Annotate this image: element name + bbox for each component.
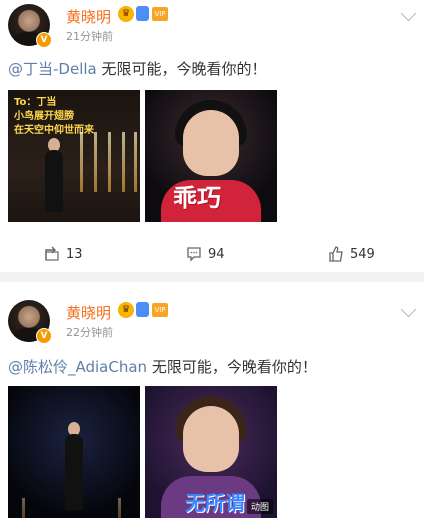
gif-badge: 动图: [246, 499, 273, 514]
face-shape: [183, 406, 239, 472]
post-time: 22分钟前: [66, 326, 113, 339]
chevron-down-icon[interactable]: [400, 5, 417, 22]
chevron-down-icon[interactable]: [400, 301, 417, 318]
crown-icon[interactable]: ♛: [118, 302, 134, 318]
member-icon[interactable]: [136, 6, 149, 21]
image-caption: 乖巧: [173, 184, 221, 212]
post-time: 21分钟前: [66, 30, 113, 43]
comment-button[interactable]: 94: [186, 246, 225, 262]
mention-link[interactable]: @丁当-Della: [8, 60, 97, 78]
repost-button[interactable]: 13: [44, 246, 83, 262]
vip-badge-icon[interactable]: VIP: [152, 7, 168, 21]
post-image[interactable]: 乖巧: [145, 90, 277, 222]
vip-badge-icon[interactable]: VIP: [152, 303, 168, 317]
face-shape: [183, 110, 239, 176]
thumbs-up-icon: [329, 246, 343, 262]
post-image[interactable]: [8, 386, 140, 518]
like-button[interactable]: 549: [328, 246, 375, 262]
image-caption: 无所谓: [185, 491, 245, 515]
post-body: 无限可能，今晚看你的！: [96, 60, 267, 78]
weibo-post: V 黄晓明 ♛ VIP 21分钟前 @丁当-Della 无限可能，今晚看你的！ …: [0, 0, 424, 272]
verified-badge-icon: V: [36, 328, 52, 344]
member-icon[interactable]: [136, 302, 149, 317]
post-text: @丁当-Della 无限可能，今晚看你的！: [8, 58, 267, 79]
verified-badge-icon: V: [36, 32, 52, 48]
post-body: 无限可能，今晚看你的！: [147, 358, 317, 376]
weibo-post: V 黄晓明 ♛ VIP 22分钟前 @陈松伶_AdiaChan 无限可能，今晚看…: [0, 282, 424, 518]
crown-icon[interactable]: ♛: [118, 6, 134, 22]
comment-count: 94: [208, 246, 225, 262]
performer: [65, 434, 83, 510]
author-name[interactable]: 黄晓明: [66, 6, 111, 27]
repost-icon: [45, 246, 59, 261]
performer: [45, 150, 63, 212]
author-name[interactable]: 黄晓明: [66, 302, 111, 323]
like-count: 549: [350, 246, 375, 262]
post-image[interactable]: To：丁当 小鸟展开翅膀 在天空中仰世而来: [8, 90, 140, 222]
repost-count: 13: [66, 246, 83, 262]
action-bar: 13 94 549: [0, 240, 424, 270]
mention-link[interactable]: @陈松伶_AdiaChan: [8, 358, 147, 376]
post-separator: [0, 272, 424, 282]
post-text: @陈松伶_AdiaChan 无限可能，今晚看你的！: [8, 356, 317, 377]
comment-icon: [187, 247, 201, 262]
post-image[interactable]: 无所谓 动图: [145, 386, 277, 518]
